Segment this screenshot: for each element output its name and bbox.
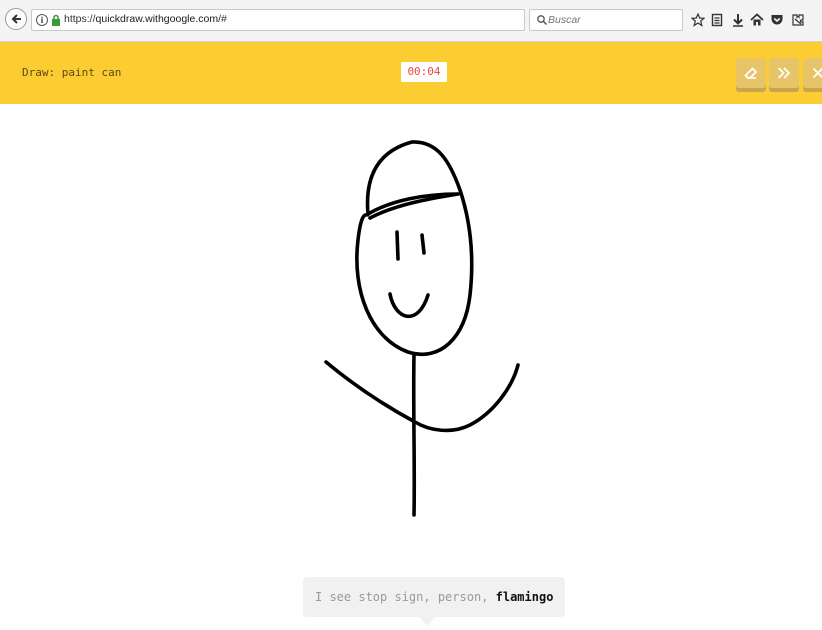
extension-icon[interactable] <box>790 11 806 29</box>
clear-button[interactable] <box>736 58 766 88</box>
browser-toolbar: i https://quickdraw.withgoogle.com/# ↻ <box>0 0 822 42</box>
drawing-arms-stroke <box>324 360 520 433</box>
reading-list-icon[interactable] <box>709 11 725 29</box>
skip-button[interactable] <box>769 58 799 88</box>
lock-icon <box>52 14 60 26</box>
search-input[interactable] <box>548 12 678 28</box>
guess-prefix: I see stop sign, person, <box>315 590 489 604</box>
back-button[interactable] <box>5 8 27 30</box>
guess-word: flamingo <box>495 590 554 604</box>
user-drawing <box>324 140 520 517</box>
guess-bubble: I see stop sign, person, flamingo <box>303 577 566 617</box>
drawing-canvas[interactable] <box>0 104 822 630</box>
drawing-right-eye-stroke <box>420 233 426 255</box>
url-path: /# <box>218 13 227 25</box>
guess-bubble-tail <box>419 617 435 626</box>
close-icon <box>812 67 822 79</box>
home-icon[interactable] <box>749 11 765 29</box>
url-text: https://quickdraw.withgoogle.com/# <box>64 13 227 25</box>
close-button[interactable] <box>803 58 822 88</box>
download-icon[interactable] <box>730 11 746 29</box>
drawing-body-stroke <box>411 352 417 517</box>
url-host: quickdraw.withgoogle.com <box>95 13 219 25</box>
drawing-hair-stroke <box>366 192 460 220</box>
prompt-subject: paint can <box>61 66 122 79</box>
search-icon <box>537 15 548 26</box>
bookmark-star-icon[interactable] <box>690 11 706 29</box>
arrow-left-icon <box>11 14 21 24</box>
eraser-icon <box>744 67 758 79</box>
draw-prompt: Draw: paint can <box>22 66 121 79</box>
drawing-mouth-stroke <box>388 292 430 319</box>
skip-icon <box>777 67 791 79</box>
countdown-timer: 00:04 <box>401 62 447 82</box>
app-header: Draw: paint can 00:04 <box>0 42 822 104</box>
info-icon[interactable]: i <box>36 14 48 26</box>
search-box[interactable] <box>529 9 683 31</box>
pocket-icon[interactable] <box>769 11 785 29</box>
drawing-head-stroke <box>355 140 474 356</box>
prompt-prefix: Draw: <box>22 66 56 79</box>
address-bar[interactable]: i https://quickdraw.withgoogle.com/# ↻ <box>31 9 549 31</box>
url-protocol: https:// <box>64 13 96 25</box>
drawing-left-eye-stroke <box>395 230 400 261</box>
